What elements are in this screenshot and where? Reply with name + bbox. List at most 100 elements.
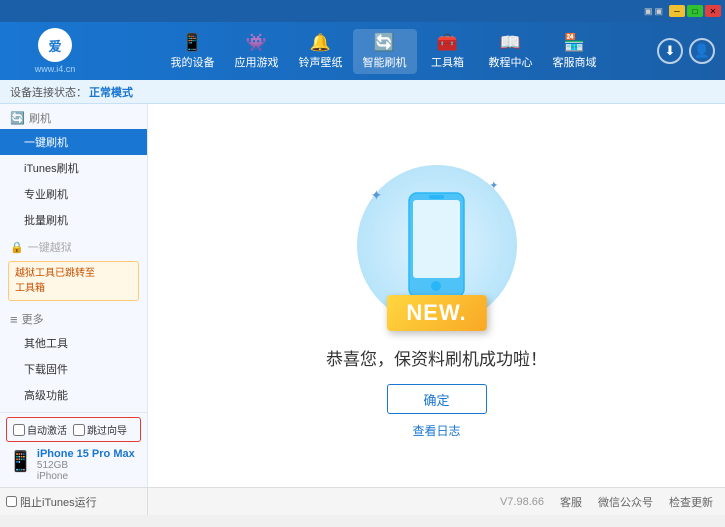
jailbreak-section-label: 一键越狱 <box>28 239 72 255</box>
guide-checkbox-label[interactable]: 跳过向导 <box>73 422 127 437</box>
nav-tab-apps[interactable]: 👾 应用游戏 <box>225 29 289 74</box>
flash-section-icon: 🔄 <box>10 111 25 125</box>
close-button[interactable]: ✕ <box>705 5 721 17</box>
status-prefix: 设备连接状态： <box>10 84 87 100</box>
nav-tab-devices-label: 我的设备 <box>171 54 215 70</box>
success-message: 恭喜您，保资料刷机成功啦！ <box>326 345 547 370</box>
auto-activate-checkbox-label[interactable]: 自动激活 <box>13 422 67 437</box>
logo-circle: 爱 <box>38 28 72 62</box>
main-area: 🔄 刷机 一键刷机 iTunes刷机 专业刷机 批量刷机 <box>0 104 725 487</box>
more-section-icon: ≡ <box>10 312 18 327</box>
sidebar-item-itunes[interactable]: iTunes刷机 <box>0 155 147 181</box>
devices-icon: 📱 <box>182 33 203 53</box>
download-firmware-label: 下载固件 <box>24 364 68 376</box>
status-mode: 正常模式 <box>89 84 133 100</box>
auto-activate-checkbox[interactable] <box>13 424 25 436</box>
sidebar-wrapper: 🔄 刷机 一键刷机 iTunes刷机 专业刷机 批量刷机 <box>0 104 148 487</box>
sidebar-section-jailbreak-header: 🔒 一键越狱 <box>0 233 147 258</box>
download-button[interactable]: ⬇ <box>657 38 683 64</box>
footer-link-service[interactable]: 客服 <box>560 494 582 510</box>
log-link-label: 查看日志 <box>412 424 460 438</box>
sidebar-item-download-firmware[interactable]: 下载固件 <box>0 356 147 382</box>
sidebar-item-advanced[interactable]: 高级功能 <box>0 382 147 408</box>
footer-link-wechat[interactable]: 微信公众号 <box>598 494 653 510</box>
system-topbar: ▣ ▣ ─ □ ✕ <box>0 0 725 22</box>
sparkle-left-icon: ✦ <box>371 187 383 204</box>
itunes-label: 阻止iTunes运行 <box>20 494 97 510</box>
logo-area: 爱 www.i4.cn <box>0 28 110 74</box>
nav-tab-service[interactable]: 🏪 客服商域 <box>543 29 607 74</box>
log-link[interactable]: 查看日志 <box>412 422 460 439</box>
account-button[interactable]: 👤 <box>689 38 715 64</box>
jailbreak-notice: 越狱工具已跳转至工具箱 <box>8 261 139 301</box>
confirm-button[interactable]: 确定 <box>387 384 487 414</box>
sidebar-item-onekey[interactable]: 一键刷机 <box>0 129 147 155</box>
confirm-button-label: 确定 <box>423 393 449 408</box>
nav-tab-tools[interactable]: 🧰 工具箱 <box>417 29 479 74</box>
sidebar-section-flash-header: 🔄 刷机 <box>0 104 147 129</box>
nav-tab-flash[interactable]: 🔄 智能刷机 <box>353 29 417 74</box>
nav-tab-ringtones-label: 铃声壁纸 <box>299 54 343 70</box>
nav-tab-tools-label: 工具箱 <box>431 54 464 70</box>
ringtones-icon: 🔔 <box>310 33 331 53</box>
sidebar-item-other-tools[interactable]: 其他工具 <box>0 330 147 356</box>
footer-link-update[interactable]: 检查更新 <box>669 494 713 510</box>
wifi-icon: ▣ <box>644 6 653 17</box>
itunes-label: iTunes刷机 <box>24 163 79 175</box>
minimize-button[interactable]: ─ <box>669 5 685 17</box>
onekey-label: 一键刷机 <box>24 137 68 149</box>
professional-label: 专业刷机 <box>24 189 68 201</box>
other-tools-label: 其他工具 <box>24 338 68 350</box>
itunes-checkbox[interactable] <box>6 496 17 507</box>
footer-left: 阻止iTunes运行 <box>0 488 148 515</box>
footer-bar: 阻止iTunes运行 V7.98.66 客服 微信公众号 检查更新 <box>0 487 725 515</box>
flash-icon: 🔄 <box>374 33 395 53</box>
itunes-checkbox-label[interactable]: 阻止iTunes运行 <box>6 494 97 510</box>
sidebar-section-more: ≡ 更多 其他工具 下载固件 高级功能 <box>0 305 147 408</box>
logo-subtitle: www.i4.cn <box>35 64 76 74</box>
auto-activate-label: 自动激活 <box>27 422 67 437</box>
device-options-row: 自动激活 跳过向导 <box>6 417 141 442</box>
footer-right: V7.98.66 客服 微信公众号 检查更新 <box>148 494 725 510</box>
new-badge: NEW. <box>386 295 486 331</box>
status-bar: 设备连接状态： 正常模式 <box>0 80 725 104</box>
nav-tab-flash-label: 智能刷机 <box>363 54 407 70</box>
advanced-label: 高级功能 <box>24 390 68 402</box>
more-section-label: 更多 <box>22 311 44 327</box>
device-panel: 自动激活 跳过向导 📱 iPhone 15 Pro Max 512GB iPho… <box>0 412 147 487</box>
jailbreak-section-icon: 🔒 <box>10 241 24 254</box>
nav-tab-apps-label: 应用游戏 <box>235 54 279 70</box>
header: 爱 www.i4.cn 📱 我的设备 👾 应用游戏 🔔 铃声壁纸 🔄 智能刷机 … <box>0 22 725 80</box>
tutorials-icon: 📖 <box>500 33 521 53</box>
tools-icon: 🧰 <box>437 33 458 53</box>
nav-tab-ringtones[interactable]: 🔔 铃声壁纸 <box>289 29 353 74</box>
guide-checkbox[interactable] <box>73 424 85 436</box>
footer-version: V7.98.66 <box>500 496 544 508</box>
sidebar-section-more-header: ≡ 更多 <box>0 305 147 330</box>
phone-svg <box>404 190 469 300</box>
nav-tab-service-label: 客服商域 <box>553 54 597 70</box>
device-type: iPhone <box>37 471 135 482</box>
flash-section-label: 刷机 <box>29 110 51 126</box>
device-phone-icon: 📱 <box>8 449 33 474</box>
device-name: iPhone 15 Pro Max <box>37 448 135 460</box>
sidebar-item-batch[interactable]: 批量刷机 <box>0 207 147 233</box>
header-actions: ⬇ 👤 <box>657 38 725 64</box>
maximize-button[interactable]: □ <box>687 5 703 17</box>
sidebar-item-professional[interactable]: 专业刷机 <box>0 181 147 207</box>
battery-icon: ▣ <box>654 6 663 17</box>
batch-label: 批量刷机 <box>24 215 68 227</box>
device-info-row: 📱 iPhone 15 Pro Max 512GB iPhone <box>0 445 147 485</box>
nav-tab-tutorials[interactable]: 📖 教程中心 <box>479 29 543 74</box>
nav-tab-devices[interactable]: 📱 我的设备 <box>161 29 225 74</box>
sidebar-main: 🔄 刷机 一键刷机 iTunes刷机 专业刷机 批量刷机 <box>0 104 147 412</box>
nav-tabs: 📱 我的设备 👾 应用游戏 🔔 铃声壁纸 🔄 智能刷机 🧰 工具箱 📖 教程中心… <box>110 29 657 74</box>
nav-tab-tutorials-label: 教程中心 <box>489 54 533 70</box>
success-illustration: ✦ ✦ NEW. <box>347 152 527 337</box>
sidebar-section-jailbreak: 🔒 一键越狱 越狱工具已跳转至工具箱 <box>0 233 147 301</box>
device-storage: 512GB <box>37 460 135 471</box>
apps-icon: 👾 <box>246 33 267 53</box>
new-badge-text: NEW. <box>406 300 466 325</box>
device-text-info: iPhone 15 Pro Max 512GB iPhone <box>37 448 135 482</box>
sparkle-right-icon: ✦ <box>489 179 498 192</box>
